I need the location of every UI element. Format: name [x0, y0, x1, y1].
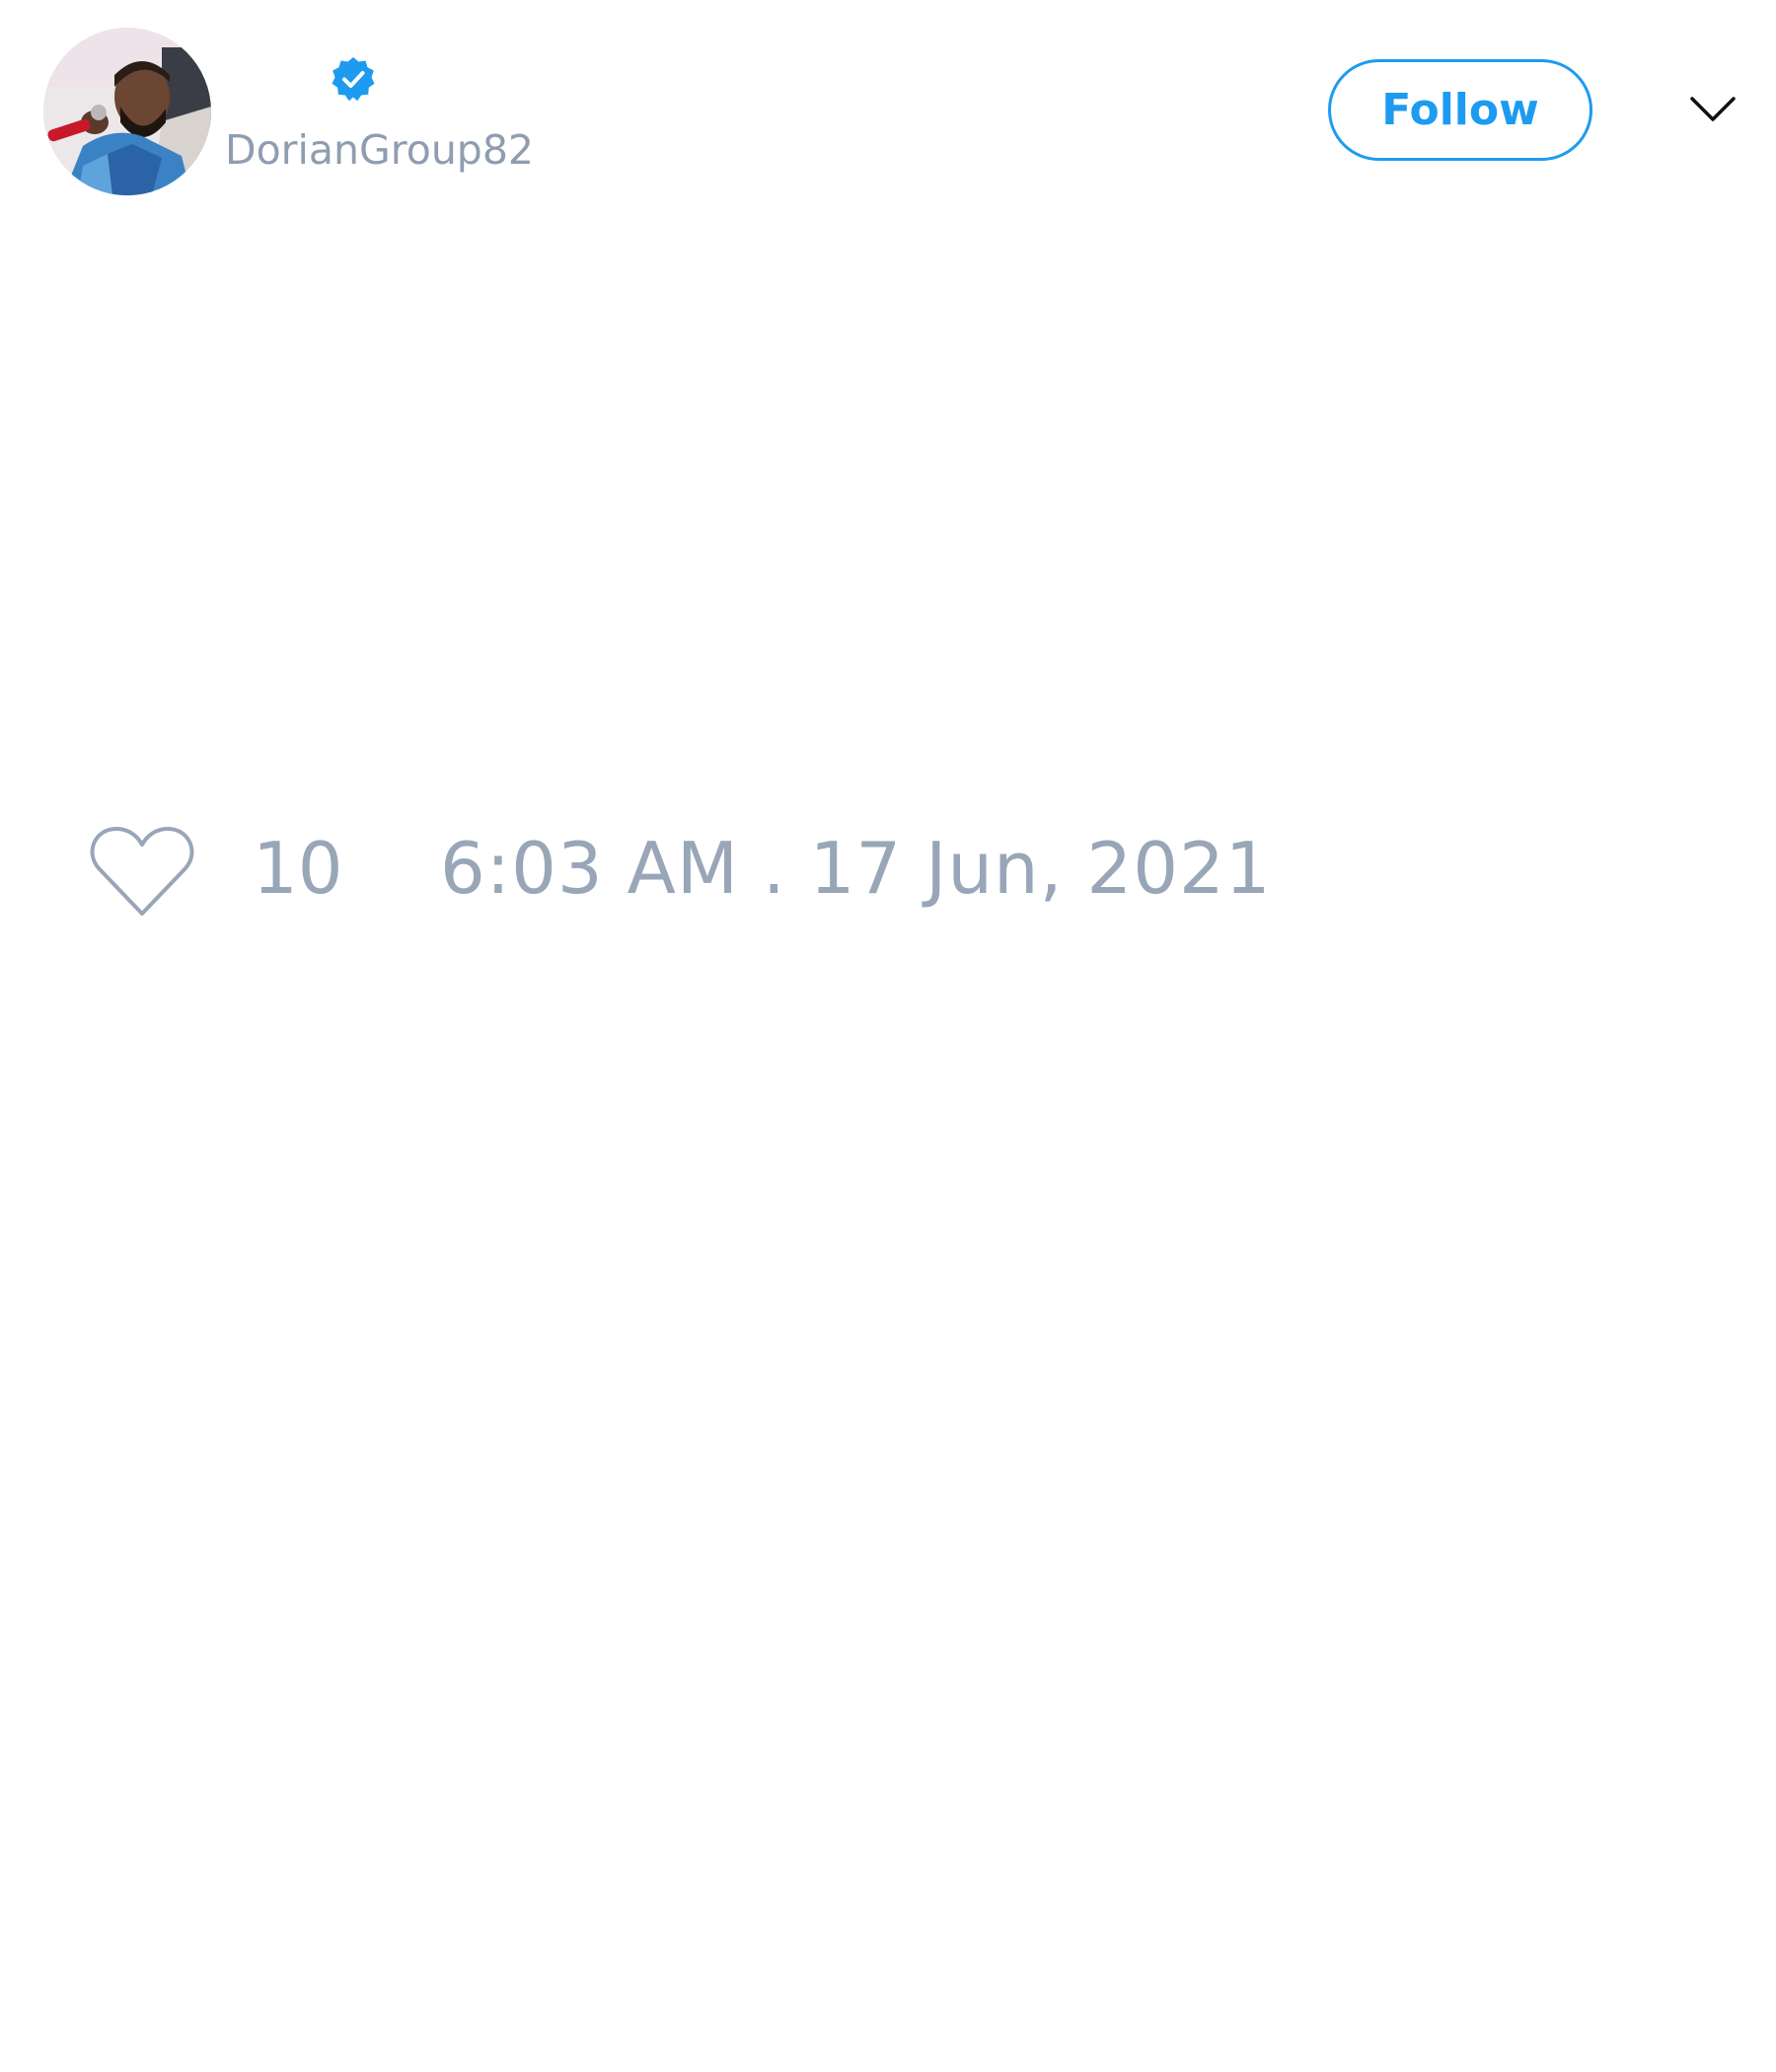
follow-button[interactable]: Follow [1328, 59, 1592, 161]
like-count: 10 [253, 827, 343, 910]
tweet-engagement-row: 10 6:03 AM . 17 Jun, 2021 [0, 809, 1776, 927]
avatar[interactable] [43, 28, 211, 195]
avatar-photo [43, 28, 211, 195]
verified-badge-icon [330, 55, 377, 103]
tweet-timestamp[interactable]: 6:03 AM . 17 Jun, 2021 [440, 827, 1272, 910]
author-handle[interactable]: DorianGroup82 [225, 126, 534, 174]
chevron-down-icon[interactable] [1689, 91, 1737, 128]
tweet-header: DorianGroup82 Follow [0, 0, 1776, 227]
heart-outline-icon[interactable] [89, 823, 195, 918]
